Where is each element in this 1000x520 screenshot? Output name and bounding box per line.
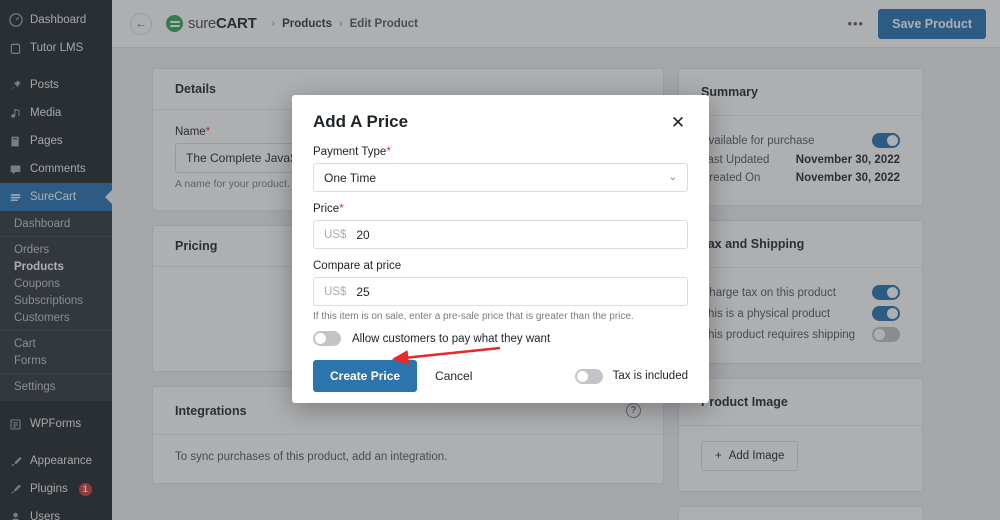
payment-type-value: One Time [324,170,377,185]
pay-what-you-want-row: Allow customers to pay what they want [313,331,688,346]
price-input-wrapper[interactable]: US$ 20 [313,220,688,249]
payment-type-label-text: Payment Type [313,146,387,158]
required-marker: * [339,203,344,215]
create-price-button[interactable]: Create Price [313,360,418,392]
chevron-down-icon: ⌄ [668,172,677,183]
compare-at-price-hint: If this item is on sale, enter a pre-sal… [313,311,634,322]
compare-price-currency-prefix: US$ [324,285,347,298]
compare-at-price-input-value: 25 [356,284,370,299]
close-icon[interactable]: ✕ [668,112,688,132]
payment-type-label: Payment Type* [313,146,688,158]
price-currency-prefix: US$ [324,228,347,241]
pay-what-you-want-label: Allow customers to pay what they want [352,332,551,345]
modal-footer: Create Price Cancel Tax is included [292,360,709,410]
cancel-button[interactable]: Cancel [435,369,472,383]
required-marker: * [386,146,391,158]
compare-at-price-input-wrapper[interactable]: US$ 25 [313,277,688,306]
tax-is-included-label: Tax is included [612,370,688,382]
toggle-knob [576,370,588,382]
price-input-value: 20 [356,227,370,242]
screen-root: Dashboard Tutor LMS Posts Media Pages Co… [0,0,1000,520]
tax-is-included-toggle[interactable] [574,368,603,384]
compare-at-price-label: Compare at price [313,260,402,272]
modal-title: Add A Price [313,112,409,131]
price-label-text: Price [313,203,340,215]
add-price-modal: Add A Price ✕ Payment Type* One Time ⌄ P… [292,95,709,403]
toggle-knob [315,333,326,344]
pay-what-you-want-toggle[interactable] [313,331,341,346]
modal-header: Add A Price ✕ [292,95,709,132]
price-label: Price* [313,203,688,215]
modal-body: Payment Type* One Time ⌄ Price* US$ 20 C… [292,132,709,346]
payment-type-select[interactable]: One Time ⌄ [313,163,688,192]
